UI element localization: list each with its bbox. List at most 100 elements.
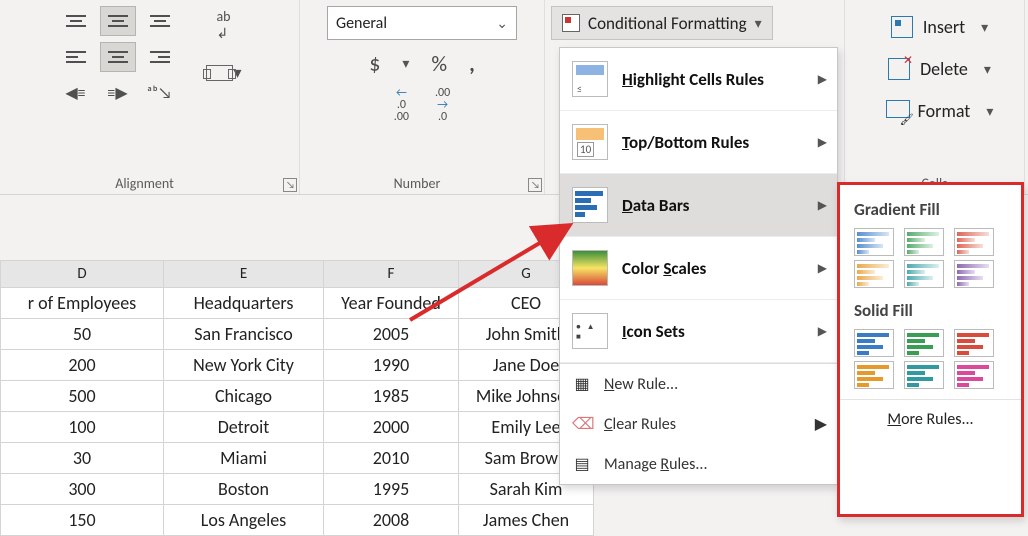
databar-gradient-green[interactable] bbox=[904, 228, 944, 256]
cell[interactable]: 1995 bbox=[324, 474, 459, 505]
table-row: 50San Francisco2005John Smith bbox=[1, 319, 594, 350]
header-cell[interactable]: Year Founded bbox=[324, 288, 459, 319]
cell[interactable]: Los Angeles bbox=[164, 505, 324, 536]
cell[interactable]: 1990 bbox=[324, 350, 459, 381]
orientation[interactable]: ᵃᵇ↘ bbox=[142, 78, 178, 108]
cell[interactable]: 30 bbox=[1, 443, 164, 474]
align-top[interactable] bbox=[58, 6, 94, 36]
group-label-alignment: Alignment bbox=[0, 175, 289, 192]
databar-gradient-purple[interactable] bbox=[954, 260, 994, 288]
more-rules[interactable]: More Rules... bbox=[840, 399, 1021, 439]
percent-button[interactable]: % bbox=[431, 50, 447, 77]
group-alignment: ◀≡ ≡▶ ᵃᵇ↘ ab↲ ▾ Alignment ↘ bbox=[0, 0, 300, 194]
cell[interactable]: 150 bbox=[1, 505, 164, 536]
menu-clear-rules[interactable]: ⌫ Clear Rules ▶ bbox=[560, 404, 837, 444]
menu-color-scales[interactable]: Color Scales ▶ bbox=[560, 237, 837, 300]
delete-button[interactable]: Delete ▾ bbox=[888, 48, 991, 90]
decrease-decimal[interactable]: .00 → .0 bbox=[435, 87, 450, 123]
cell[interactable]: Detroit bbox=[164, 412, 324, 443]
menu-new-rule[interactable]: ▦ New Rule... bbox=[560, 364, 837, 404]
align-middle[interactable] bbox=[100, 6, 136, 36]
currency-button[interactable]: $ bbox=[369, 50, 380, 77]
menu-data-bars[interactable]: Data Bars ▶ bbox=[560, 174, 837, 237]
solid-fill-label: Solid Fill bbox=[840, 290, 1021, 327]
conditional-formatting-button[interactable]: Conditional Formatting ▾ bbox=[551, 6, 773, 40]
data-bars-icon bbox=[572, 187, 608, 223]
cell[interactable]: 100 bbox=[1, 412, 164, 443]
cell[interactable]: 1985 bbox=[324, 381, 459, 412]
group-number: General ⌄ $ ▾ % , ← .0 .00 .00 → .0 bbox=[300, 0, 545, 194]
table-row: 200New York City1990Jane Doe bbox=[1, 350, 594, 381]
cell[interactable]: James Chen bbox=[459, 505, 594, 536]
format-icon bbox=[886, 100, 908, 122]
increase-decimal[interactable]: ← .0 .00 bbox=[394, 87, 409, 123]
color-scales-icon bbox=[572, 250, 608, 286]
cell[interactable]: 2000 bbox=[324, 412, 459, 443]
group-label-number: Number bbox=[300, 175, 534, 192]
alignment-dialog-launcher[interactable]: ↘ bbox=[283, 178, 297, 192]
databar-solid-orange[interactable] bbox=[854, 361, 894, 389]
chevron-down-icon: ▾ bbox=[986, 103, 993, 120]
menu-icon-sets[interactable]: Icon Sets ▶ bbox=[560, 300, 837, 363]
databar-solid-red[interactable] bbox=[954, 329, 994, 357]
cell[interactable]: San Francisco bbox=[164, 319, 324, 350]
increase-indent[interactable]: ≡▶ bbox=[100, 78, 136, 108]
insert-button[interactable]: Insert ▾ bbox=[891, 6, 988, 48]
align-left[interactable] bbox=[58, 42, 94, 72]
table-row: 300Boston1995Sarah Kim bbox=[1, 474, 594, 505]
number-dialog-launcher[interactable]: ↘ bbox=[528, 178, 542, 192]
submenu-arrow-icon: ▶ bbox=[818, 72, 827, 87]
cell[interactable]: 500 bbox=[1, 381, 164, 412]
cell[interactable]: New York City bbox=[164, 350, 324, 381]
cell[interactable]: 2010 bbox=[324, 443, 459, 474]
cell[interactable]: Miami bbox=[164, 443, 324, 474]
cell[interactable]: 300 bbox=[1, 474, 164, 505]
cell[interactable]: Chicago bbox=[164, 381, 324, 412]
chevron-down-icon: ⌄ bbox=[496, 15, 508, 32]
table-row: 500Chicago1985Mike Johnson bbox=[1, 381, 594, 412]
number-format-combo[interactable]: General ⌄ bbox=[327, 6, 517, 40]
align-center[interactable] bbox=[100, 42, 136, 72]
cell[interactable]: 2008 bbox=[324, 505, 459, 536]
cell[interactable]: 2005 bbox=[324, 319, 459, 350]
menu-manage-rules[interactable]: ▤ Manage Rules... bbox=[560, 444, 837, 484]
cell[interactable]: Boston bbox=[164, 474, 324, 505]
cell[interactable]: 50 bbox=[1, 319, 164, 350]
delete-icon bbox=[888, 58, 910, 80]
group-cells: Insert ▾ Delete ▾ Format ▾ Cells bbox=[845, 0, 1025, 194]
col-header-d[interactable]: D bbox=[1, 261, 164, 288]
decrease-indent[interactable]: ◀≡ bbox=[58, 78, 94, 108]
table-row: 150Los Angeles2008James Chen bbox=[1, 505, 594, 536]
col-header-f[interactable]: F bbox=[324, 261, 459, 288]
format-button[interactable]: Format ▾ bbox=[886, 90, 994, 132]
header-cell[interactable]: Headquarters bbox=[164, 288, 324, 319]
conditional-formatting-menu: Highlight Cells Rules ▶ Top/Bottom Rules… bbox=[559, 47, 838, 485]
clear-rules-icon: ⌫ bbox=[572, 414, 592, 434]
insert-icon bbox=[891, 16, 913, 38]
ribbon: ◀≡ ≡▶ ᵃᵇ↘ ab↲ ▾ Alignment ↘ General ⌄ $ ▾… bbox=[0, 0, 1028, 195]
databar-gradient-teal[interactable] bbox=[904, 260, 944, 288]
chevron-down-icon: ▾ bbox=[984, 61, 991, 78]
databar-solid-teal[interactable] bbox=[904, 361, 944, 389]
comma-button[interactable]: , bbox=[469, 50, 475, 77]
databar-gradient-orange[interactable] bbox=[854, 260, 894, 288]
databar-gradient-red[interactable] bbox=[954, 228, 994, 256]
databar-gradient-blue[interactable] bbox=[854, 228, 894, 256]
wrap-text[interactable]: ab↲ bbox=[206, 10, 242, 40]
currency-chev[interactable]: ▾ bbox=[402, 55, 409, 72]
menu-top-bottom-rules[interactable]: Top/Bottom Rules ▶ bbox=[560, 111, 837, 174]
submenu-arrow-icon: ▶ bbox=[818, 135, 827, 150]
databar-solid-purple[interactable] bbox=[954, 361, 994, 389]
col-header-e[interactable]: E bbox=[164, 261, 324, 288]
grid-table[interactable]: D E F G r of Employees Headquarters Year… bbox=[0, 260, 594, 536]
cell[interactable]: 200 bbox=[1, 350, 164, 381]
align-bottom[interactable] bbox=[142, 6, 178, 36]
merge-center[interactable]: ▾ bbox=[206, 58, 242, 88]
header-cell[interactable]: r of Employees bbox=[1, 288, 164, 319]
menu-highlight-cells-rules[interactable]: Highlight Cells Rules ▶ bbox=[560, 48, 837, 111]
align-right[interactable] bbox=[142, 42, 178, 72]
icon-sets-icon bbox=[572, 313, 608, 349]
databar-solid-blue[interactable] bbox=[854, 329, 894, 357]
manage-rules-icon: ▤ bbox=[572, 454, 592, 474]
databar-solid-green[interactable] bbox=[904, 329, 944, 357]
